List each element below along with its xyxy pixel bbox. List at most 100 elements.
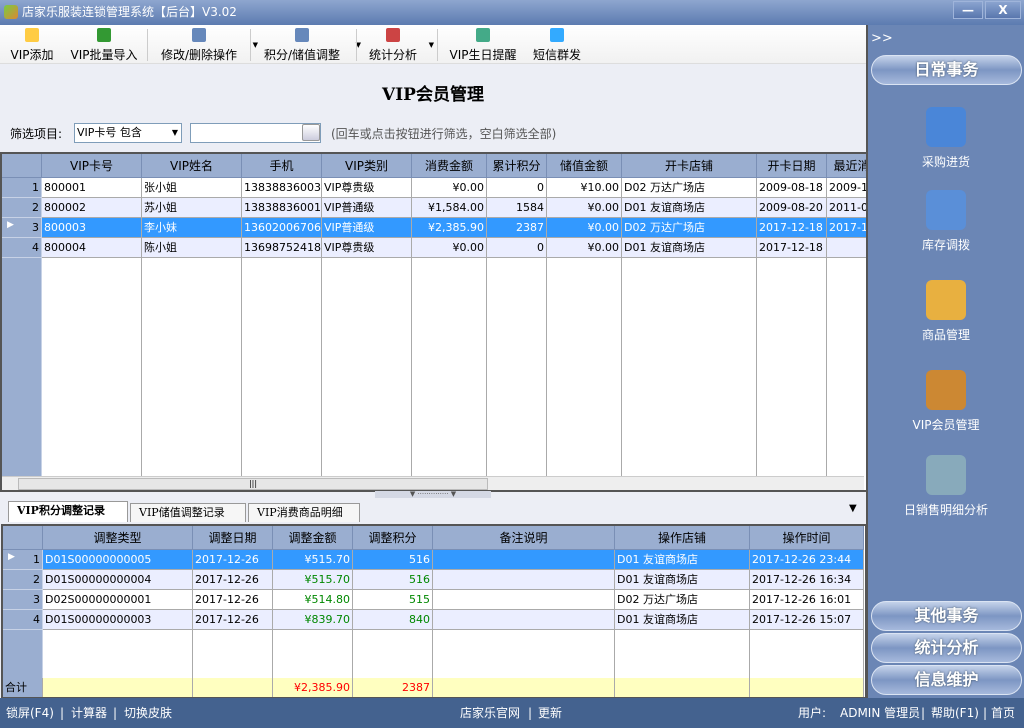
- table-row[interactable]: 1 ▶ D01S00000000005 2017-12-26 ¥515.70 516 D01…: [3, 550, 865, 570]
- toolbar-button-5[interactable]: VIP生日提醒: [444, 25, 522, 64]
- total-cell: [615, 678, 750, 697]
- sidebar: >> 日常事务 采购进货 库存调拨 商品管理 VIP会员管理 日销售明细分析 其他事务 …: [866, 25, 1024, 698]
- table-row[interactable]: 3 D02S00000000001 2017-12-26 ¥514.80 515 D02 …: [3, 590, 865, 610]
- column-header[interactable]: VIP卡号: [42, 154, 142, 178]
- sidebar-group-other[interactable]: 其他事务: [871, 601, 1022, 631]
- toolbar-button-label: VIP生日提醒: [449, 48, 517, 62]
- table-cell: VIP尊贵级: [322, 238, 412, 258]
- sidebar-item-3[interactable]: VIP会员管理: [868, 370, 1024, 433]
- column-header[interactable]: 调整类型: [43, 526, 193, 550]
- help-link[interactable]: 帮助(F1): [931, 698, 979, 728]
- toolbar-button-label: VIP批量导入: [70, 48, 138, 62]
- column-header[interactable]: 累计积分: [487, 154, 547, 178]
- row-number: 2: [2, 198, 42, 218]
- sidebar-group-statistics[interactable]: 统计分析: [871, 633, 1022, 663]
- sidebar-item-1[interactable]: 库存调拨: [868, 190, 1024, 253]
- empty-column: [757, 258, 827, 478]
- sidebar-group-info[interactable]: 信息维护: [871, 665, 1022, 695]
- minimize-button[interactable]: —: [953, 1, 983, 19]
- calculator-link[interactable]: 计算器: [71, 698, 107, 728]
- status-bar: 锁屏(F4) | 计算器 | 切换皮肤 店家乐官网 | 更新 用户: ADMIN…: [0, 698, 1024, 728]
- table-row[interactable]: 4 800004 陈小姐 13698752418 VIP尊贵级 ¥0.00 0 ¥0.00 D0…: [2, 238, 866, 258]
- table-cell: 2009-08-20: [757, 198, 827, 218]
- table-row[interactable]: 2 D01S00000000004 2017-12-26 ¥515.70 516 D01 …: [3, 570, 865, 590]
- table-cell: ¥0.00: [412, 178, 487, 198]
- table-cell: D01 友谊商场店: [622, 198, 757, 218]
- sidebar-item-4[interactable]: 日销售明细分析: [868, 455, 1024, 518]
- close-button[interactable]: X: [985, 1, 1021, 19]
- update-link[interactable]: 更新: [538, 698, 562, 728]
- table-row[interactable]: 4 D01S00000000003 2017-12-26 ¥839.70 840 D01 …: [3, 610, 865, 630]
- column-header[interactable]: 开卡日期: [757, 154, 827, 178]
- column-header[interactable]: 最近消: [827, 154, 866, 178]
- column-header[interactable]: VIP姓名: [142, 154, 242, 178]
- table-cell: 2017-12: [827, 218, 866, 238]
- tab-2[interactable]: VIP消费商品明细: [248, 503, 360, 522]
- tab-0[interactable]: VIP积分调整记录: [8, 501, 128, 522]
- lock-screen-link[interactable]: 锁屏(F4): [6, 698, 54, 728]
- table-row[interactable]: 3 ▶ 800003 李小妹 13602006706 VIP普通级 ¥2,385.90 238…: [2, 218, 866, 238]
- sidebar-item-label: 采购进货: [921, 155, 970, 169]
- sidebar-item-label: 日销售明细分析: [903, 503, 988, 517]
- column-header[interactable]: 调整金额: [273, 526, 353, 550]
- column-header[interactable]: 开卡店铺: [622, 154, 757, 178]
- column-header[interactable]: 调整积分: [353, 526, 433, 550]
- dropdown-arrow-icon[interactable]: ▼: [429, 41, 434, 49]
- table-cell: D01S00000000005: [43, 550, 193, 570]
- table-cell: 2017-12-26: [193, 550, 273, 570]
- column-header[interactable]: 操作店铺: [615, 526, 750, 550]
- window-title: 店家乐服装连锁管理系统【后台】V3.02: [22, 5, 237, 19]
- table-cell: 840: [353, 610, 433, 630]
- points-adjust-grid[interactable]: 调整类型 调整日期 调整金额 调整积分 备注说明 操作店铺 操作时间 1 ▶ D01S000000…: [1, 524, 867, 699]
- sidebar-group-daily[interactable]: 日常事务: [871, 55, 1022, 85]
- horizontal-scrollbar[interactable]: |||: [2, 476, 864, 490]
- column-header[interactable]: 储值金额: [547, 154, 622, 178]
- column-header[interactable]: 操作时间: [750, 526, 864, 550]
- splitter-handle[interactable]: ▼ ·············· ▼: [375, 491, 491, 498]
- table-cell: D02 万达广场店: [622, 178, 757, 198]
- vip-member-grid[interactable]: VIP卡号 VIP姓名 手机 VIP类别 消费金额 累计积分 储值金额 开卡店铺 开卡日期 最近消…: [0, 152, 868, 492]
- table-cell: [433, 550, 615, 570]
- column-header[interactable]: VIP类别: [322, 154, 412, 178]
- filter-search-button[interactable]: [302, 124, 320, 141]
- title-bar: 店家乐服装连锁管理系统【后台】V3.02: [0, 0, 1024, 25]
- toolbar-button-0[interactable]: VIP添加: [4, 25, 60, 64]
- add-icon: [25, 28, 39, 42]
- table-cell: 0: [487, 178, 547, 198]
- filter-field-select[interactable]: VIP卡号 包含 ▼: [74, 123, 182, 143]
- toolbar-button-4[interactable]: 统计分析 ▼: [362, 25, 434, 64]
- row-pointer-icon: ▶: [8, 552, 15, 562]
- separator: |: [921, 706, 926, 720]
- toolbar-button-3[interactable]: 积分/储值调整 ▼: [253, 25, 361, 64]
- scrollbar-thumb[interactable]: |||: [18, 478, 488, 490]
- switch-skin-link[interactable]: 切换皮肤: [124, 698, 172, 728]
- column-header[interactable]: 手机: [242, 154, 322, 178]
- table-cell: ¥2,385.90: [412, 218, 487, 238]
- filter-select-value: VIP卡号 包含: [77, 126, 142, 139]
- toolbar-separator: [250, 29, 251, 61]
- table-cell: 800001: [42, 178, 142, 198]
- table-row[interactable]: 1 800001 张小姐 13838836003 VIP尊贵级 ¥0.00 0 ¥10.00 D…: [2, 178, 866, 198]
- tab-menu-dropdown-icon[interactable]: ▼: [849, 503, 857, 514]
- column-header[interactable]: 调整日期: [193, 526, 273, 550]
- website-link[interactable]: 店家乐官网: [460, 698, 520, 728]
- column-header[interactable]: 备注说明: [433, 526, 615, 550]
- tab-1[interactable]: VIP储值调整记录: [130, 503, 246, 522]
- sidebar-item-2[interactable]: 商品管理: [868, 280, 1024, 343]
- table-cell: D02 万达广场店: [622, 218, 757, 238]
- goods-box-icon: [926, 280, 966, 320]
- chevron-down-icon: ▼: [171, 128, 178, 137]
- toolbar-button-1[interactable]: VIP批量导入: [66, 25, 142, 64]
- sidebar-toggle[interactable]: >>: [871, 31, 893, 46]
- home-link[interactable]: 首页: [991, 698, 1015, 728]
- column-header[interactable]: 消费金额: [412, 154, 487, 178]
- toolbar-button-2[interactable]: 修改/删除操作 ▼: [150, 25, 258, 64]
- empty-column: [487, 258, 547, 478]
- table-row[interactable]: 2 800002 苏小姐 13838836001 VIP普通级 ¥1,584.00 1584…: [2, 198, 866, 218]
- table-cell: 13838836001: [242, 198, 322, 218]
- toolbar-button-6[interactable]: 短信群发: [527, 25, 587, 64]
- table-cell: ¥0.00: [547, 198, 622, 218]
- grid-header-row: 调整类型 调整日期 调整金额 调整积分 备注说明 操作店铺 操作时间: [3, 526, 865, 550]
- empty-column: [547, 258, 622, 478]
- sidebar-item-0[interactable]: 采购进货: [868, 107, 1024, 170]
